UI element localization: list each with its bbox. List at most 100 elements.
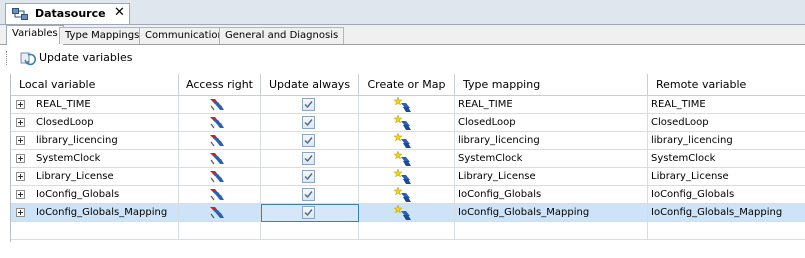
tab-communication[interactable]: Communication	[139, 27, 230, 44]
access-right-icon[interactable]	[209, 152, 225, 166]
update-always-checkbox[interactable]	[302, 206, 315, 219]
create-or-map-icon[interactable]	[394, 151, 412, 167]
access-right-icon[interactable]	[209, 134, 225, 148]
access-right-icon[interactable]	[209, 188, 225, 202]
local-variable-name: REAL_TIME	[36, 99, 91, 110]
type-mapping-cell[interactable]: IoConfig_Globals	[455, 186, 648, 204]
local-variable-cell[interactable]: Library_License	[11, 168, 179, 186]
update-always-cell[interactable]	[261, 114, 359, 132]
document-tab-datasource[interactable]: Datasource ✕	[5, 3, 130, 24]
local-variable-cell[interactable]: ClosedLoop	[11, 114, 179, 132]
access-right-cell[interactable]	[179, 132, 261, 150]
access-right-cell[interactable]	[179, 96, 261, 114]
remote-variable-cell[interactable]: IoConfig_Globals	[648, 186, 805, 204]
local-variable-cell[interactable]: IoConfig_Globals_Mapping	[11, 204, 179, 222]
local-variable-name: IoConfig_Globals	[36, 189, 120, 200]
local-variable-cell[interactable]: SystemClock	[11, 150, 179, 168]
access-right-cell[interactable]	[179, 168, 261, 186]
empty-cell	[359, 222, 455, 240]
table-row[interactable]: library_licencing library_licencing libr…	[11, 132, 805, 150]
create-or-map-icon[interactable]	[394, 115, 412, 131]
update-always-checkbox[interactable]	[302, 170, 315, 183]
access-right-cell[interactable]	[179, 150, 261, 168]
create-or-map-cell[interactable]	[359, 204, 455, 222]
header-type-mapping[interactable]: Type mapping	[455, 74, 648, 96]
create-or-map-icon[interactable]	[394, 205, 412, 221]
tab-type-mappings[interactable]: Type Mappings	[59, 27, 146, 44]
access-right-cell[interactable]	[179, 114, 261, 132]
type-mapping-cell[interactable]: IoConfig_Globals_Mapping	[455, 204, 648, 222]
create-or-map-cell[interactable]	[359, 114, 455, 132]
table-row-empty	[11, 222, 805, 240]
local-variable-cell[interactable]: IoConfig_Globals	[11, 186, 179, 204]
type-mapping-cell[interactable]: REAL_TIME	[455, 96, 648, 114]
update-always-cell[interactable]	[261, 168, 359, 186]
access-right-icon[interactable]	[209, 206, 225, 220]
remote-variable-cell[interactable]: ClosedLoop	[648, 114, 805, 132]
update-always-checkbox[interactable]	[302, 98, 315, 111]
update-always-cell[interactable]	[261, 132, 359, 150]
expand-icon[interactable]	[16, 190, 25, 199]
create-or-map-icon[interactable]	[394, 187, 412, 203]
table-row[interactable]: ClosedLoop ClosedLoop ClosedLoop	[11, 114, 805, 132]
header-remote-variable[interactable]: Remote variable	[648, 74, 805, 96]
remote-variable-cell[interactable]: SystemClock	[648, 150, 805, 168]
create-or-map-cell[interactable]	[359, 150, 455, 168]
access-right-icon[interactable]	[209, 116, 225, 130]
header-create-or-map[interactable]: Create or Map	[359, 74, 455, 96]
update-variables-label: Update variables	[39, 51, 133, 64]
table-row[interactable]: REAL_TIME REAL_TIME REAL_TIME	[11, 96, 805, 114]
header-local-variable[interactable]: Local variable	[11, 74, 179, 96]
access-right-icon[interactable]	[209, 98, 225, 112]
expand-icon[interactable]	[16, 208, 25, 217]
table-row[interactable]: IoConfig_Globals IoConfig_Globals IoConf…	[11, 186, 805, 204]
remote-variable-cell[interactable]: library_licencing	[648, 132, 805, 150]
update-always-checkbox[interactable]	[302, 134, 315, 147]
header-access-right[interactable]: Access right	[179, 74, 261, 96]
header-update-always[interactable]: Update always	[261, 74, 359, 96]
remote-variable-cell[interactable]: IoConfig_Globals_Mapping	[648, 204, 805, 222]
expand-icon[interactable]	[16, 100, 25, 109]
create-or-map-icon[interactable]	[394, 133, 412, 149]
type-mapping-cell[interactable]: SystemClock	[455, 150, 648, 168]
table-row[interactable]: SystemClock SystemClock SystemClock	[11, 150, 805, 168]
expand-icon[interactable]	[16, 136, 25, 145]
update-always-cell[interactable]	[261, 150, 359, 168]
table-row[interactable]: Library_License Library_License Library_…	[11, 168, 805, 186]
update-always-checkbox[interactable]	[302, 116, 315, 129]
local-variable-cell[interactable]: library_licencing	[11, 132, 179, 150]
document-tab-title: Datasource	[35, 7, 106, 20]
type-mapping-cell[interactable]: Library_License	[455, 168, 648, 186]
create-or-map-cell[interactable]	[359, 186, 455, 204]
access-right-cell[interactable]	[179, 204, 261, 222]
update-always-checkbox[interactable]	[302, 188, 315, 201]
update-always-checkbox[interactable]	[302, 152, 315, 165]
create-or-map-icon[interactable]	[394, 169, 412, 185]
type-mapping-cell[interactable]: ClosedLoop	[455, 114, 648, 132]
tab-variables[interactable]: Variables	[6, 25, 64, 45]
close-icon[interactable]: ✕	[114, 5, 125, 21]
create-or-map-icon[interactable]	[394, 97, 412, 113]
expand-icon[interactable]	[16, 118, 25, 127]
remote-variable-cell[interactable]: REAL_TIME	[648, 96, 805, 114]
create-or-map-cell[interactable]	[359, 132, 455, 150]
type-mapping-cell[interactable]: library_licencing	[455, 132, 648, 150]
checkmark-icon	[304, 119, 313, 127]
update-always-cell[interactable]	[261, 204, 359, 222]
update-always-cell[interactable]	[261, 186, 359, 204]
checkmark-icon	[304, 209, 313, 217]
document-tab-strip: Datasource ✕	[0, 0, 805, 25]
local-variable-cell[interactable]: REAL_TIME	[11, 96, 179, 114]
table-row[interactable]: IoConfig_Globals_Mapping IoConfig_Global…	[11, 204, 805, 222]
remote-variable-cell[interactable]: Library_License	[648, 168, 805, 186]
access-right-icon[interactable]	[209, 170, 225, 184]
update-always-cell[interactable]	[261, 96, 359, 114]
expand-icon[interactable]	[16, 172, 25, 181]
expand-icon[interactable]	[16, 154, 25, 163]
tab-general-and-diagnosis[interactable]: General and Diagnosis	[219, 27, 345, 44]
toolbar-grip[interactable]	[6, 51, 9, 65]
create-or-map-cell[interactable]	[359, 96, 455, 114]
editor-tabs: Variables Type Mappings Communication Ge…	[0, 25, 805, 45]
access-right-cell[interactable]	[179, 186, 261, 204]
create-or-map-cell[interactable]	[359, 168, 455, 186]
